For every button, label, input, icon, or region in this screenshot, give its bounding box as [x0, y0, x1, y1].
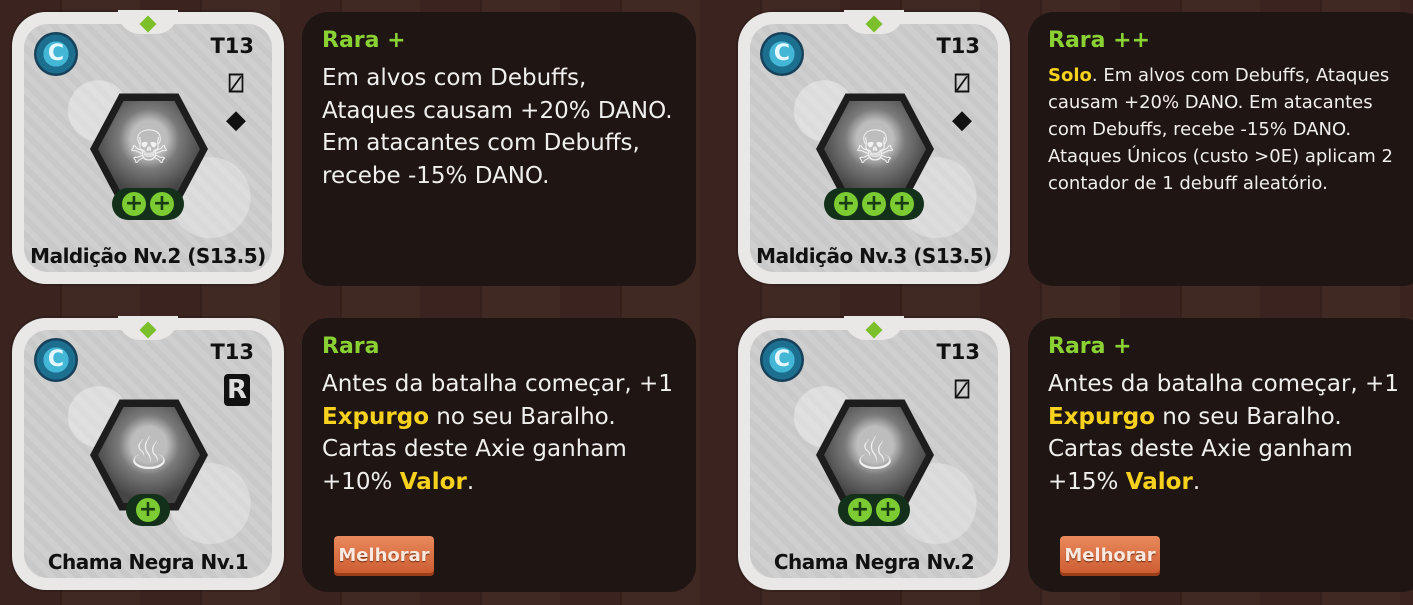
- card-name: Maldição Nv.3 (S13.5): [756, 244, 992, 268]
- class-icon: C: [760, 32, 804, 76]
- rarity-label: Rara +: [1048, 334, 1132, 359]
- keyword-valor: Valor: [1125, 468, 1193, 495]
- upgrade-level: + +: [838, 494, 910, 526]
- card-chama-negra-nv2[interactable]: C T13 ⍁ ♨ + + Chama Negra Nv.2: [738, 316, 1010, 590]
- keyword-valor: Valor: [399, 468, 467, 495]
- plus-icon: +: [136, 498, 160, 522]
- plus-icon: +: [876, 498, 900, 522]
- card-description-panel: Rara + Antes da batalha começar, +1 Expu…: [1028, 318, 1413, 592]
- description-part: Antes da batalha começar, +1: [1048, 371, 1399, 397]
- plus-icon: +: [848, 498, 872, 522]
- card-chama-negra-nv1[interactable]: C T13 R ♨ + Chama Negra Nv.1: [12, 316, 284, 590]
- flame-icon: ♨: [128, 426, 170, 480]
- upgrade-level: + +: [112, 188, 184, 220]
- plus-icon: +: [890, 192, 914, 216]
- card-name: Maldição Nv.2 (S13.5): [30, 244, 266, 268]
- description-body: . Em alvos com Debuffs, Ataques causam +…: [1048, 65, 1393, 194]
- plus-icon: +: [862, 192, 886, 216]
- class-icon: C: [34, 338, 78, 382]
- r-badge-icon: R: [224, 374, 250, 406]
- gem-icon: ◆: [226, 105, 246, 135]
- description-part: .: [466, 468, 475, 495]
- tier-label: T13: [210, 340, 254, 364]
- upgrade-button[interactable]: Melhorar: [1060, 536, 1160, 576]
- tier-label: T13: [210, 34, 254, 58]
- skull-icon: ☠: [128, 120, 170, 174]
- description-text: Em alvos com Debuffs, Ataques causam +20…: [322, 65, 673, 189]
- rarity-label: Rara: [322, 334, 380, 359]
- description-part: .: [1192, 468, 1201, 495]
- description-part: Antes da batalha começar, +1: [322, 371, 673, 397]
- card-name: Chama Negra Nv.1: [47, 550, 249, 574]
- card-description-panel: Rara Antes da batalha começar, +1 Expurg…: [302, 318, 696, 592]
- flame-icon: ♨: [854, 426, 896, 480]
- keyword-solo: Solo: [1048, 65, 1092, 86]
- card-description-panel: Rara + Em alvos com Debuffs, Ataques cau…: [302, 12, 696, 286]
- rarity-label: Rara +: [322, 28, 406, 53]
- upgrade-button[interactable]: Melhorar: [334, 536, 434, 576]
- description-text: Solo. Em alvos com Debuffs, Ataques caus…: [1048, 62, 1406, 197]
- keyword-expurgo: Expurgo: [1048, 403, 1155, 430]
- card-name: Chama Negra Nv.2: [773, 550, 975, 574]
- upgrade-level: + + +: [824, 188, 924, 220]
- card-maldicao-nv2[interactable]: C T13 ⍁ ◆ ☠ + + Maldição Nv.2 (S13.5): [12, 10, 284, 284]
- plus-icon: +: [150, 192, 174, 216]
- upgrade-level: +: [126, 494, 170, 526]
- skull-icon: ☠: [854, 120, 896, 174]
- description-text: Antes da batalha começar, +1 Expurgo no …: [1048, 368, 1406, 498]
- keyword-expurgo: Expurgo: [322, 403, 429, 430]
- class-icon: C: [760, 338, 804, 382]
- no-attack-shield-icon: ⍁: [228, 69, 244, 99]
- description-text: Antes da batalha começar, +1 Expurgo no …: [322, 368, 674, 498]
- no-attack-shield-icon: ⍁: [954, 69, 970, 99]
- tier-label: T13: [936, 34, 980, 58]
- plus-icon: +: [122, 192, 146, 216]
- card-maldicao-nv3[interactable]: C T13 ⍁ ◆ ☠ + + + Maldição Nv.3 (S13.5): [738, 10, 1010, 284]
- gem-icon: ◆: [952, 105, 972, 135]
- tier-label: T13: [936, 340, 980, 364]
- class-icon: C: [34, 32, 78, 76]
- rarity-label: Rara ++: [1048, 28, 1151, 53]
- plus-icon: +: [834, 192, 858, 216]
- card-description-panel: Rara ++ Solo. Em alvos com Debuffs, Ataq…: [1028, 12, 1413, 286]
- no-attack-shield-icon: ⍁: [954, 375, 970, 405]
